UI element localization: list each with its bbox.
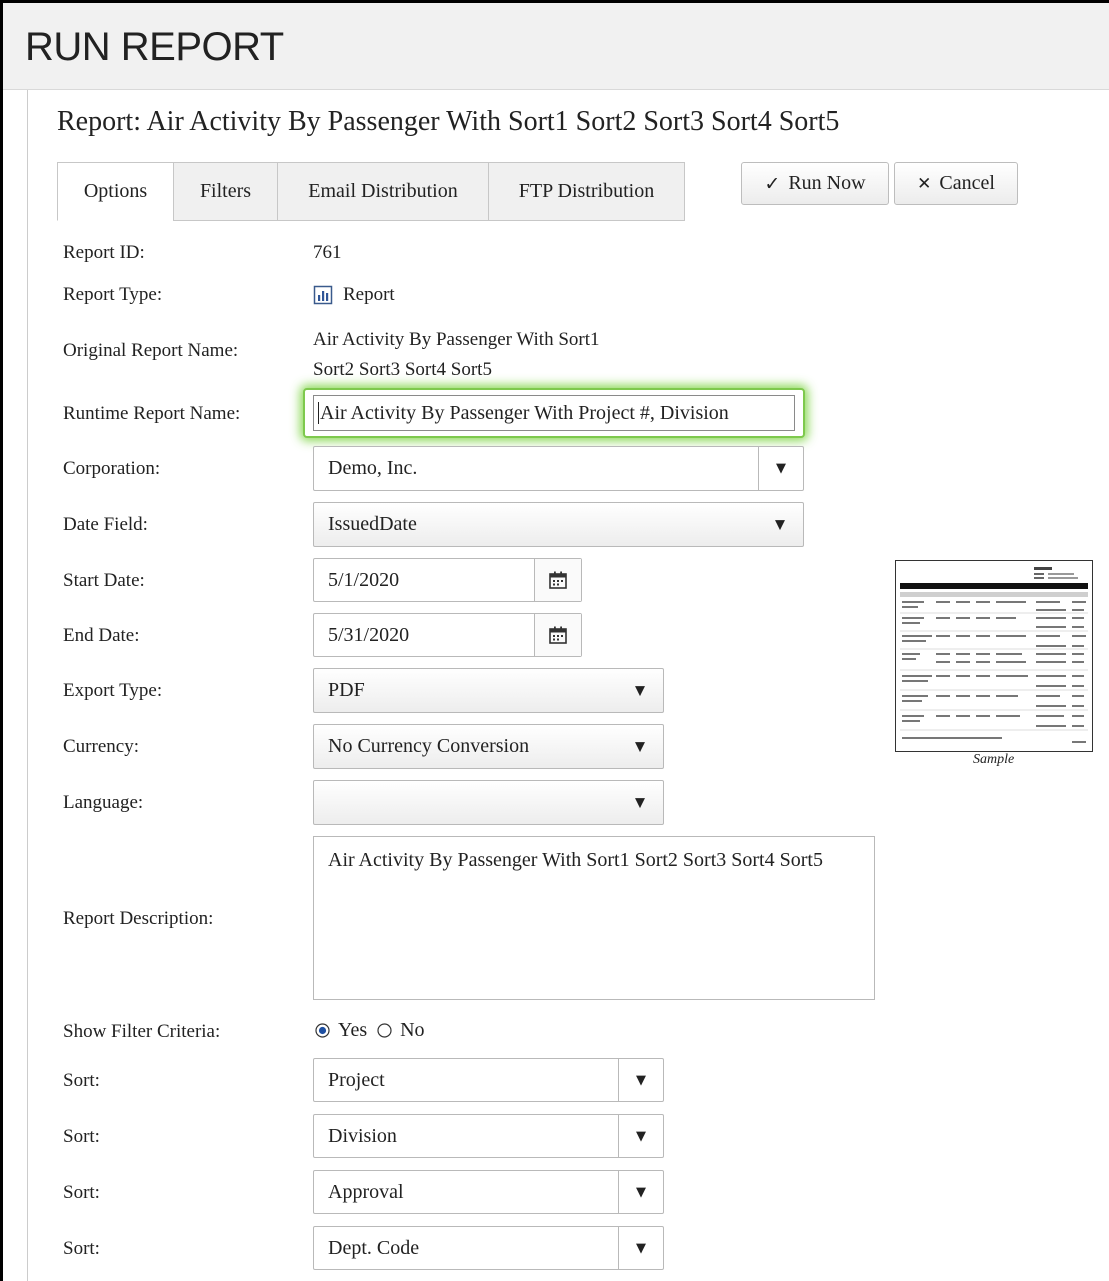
show-filter-radio-group: Yes No bbox=[315, 1019, 435, 1042]
close-icon: ✕ bbox=[917, 173, 932, 194]
original-report-name-label: Original Report Name: bbox=[63, 340, 239, 361]
report-chart-icon bbox=[313, 285, 333, 305]
run-now-button[interactable]: ✓ Run Now bbox=[741, 162, 889, 205]
sort-value: Division bbox=[328, 1124, 397, 1147]
tab-label: Filters bbox=[199, 180, 252, 202]
radio-yes[interactable]: Yes bbox=[315, 1019, 367, 1042]
report-type-value: Report bbox=[313, 284, 395, 306]
page-title: RUN REPORT bbox=[25, 25, 284, 69]
calendar-button[interactable] bbox=[534, 559, 581, 601]
report-type-text: Report bbox=[343, 284, 395, 305]
checkmark-icon: ✓ bbox=[764, 172, 781, 195]
date-field-select[interactable]: IssuedDate ▼ bbox=[313, 502, 804, 547]
original-name-line: Sort2 Sort3 Sort4 Sort5 bbox=[313, 359, 492, 380]
date-field-value: IssuedDate bbox=[328, 513, 417, 535]
tab-options[interactable]: Options bbox=[57, 162, 174, 221]
show-filter-criteria-label: Show Filter Criteria: bbox=[63, 1021, 221, 1042]
currency-value: No Currency Conversion bbox=[328, 735, 530, 757]
chevron-down-icon: ▼ bbox=[635, 683, 645, 698]
original-report-name-value: Air Activity By Passenger With Sort1 Sor… bbox=[313, 325, 600, 385]
radio-no[interactable]: No bbox=[377, 1019, 425, 1042]
radio-yes-label: Yes bbox=[338, 1019, 368, 1041]
tab-label: FTP Distribution bbox=[518, 180, 655, 202]
start-date-label: Start Date: bbox=[63, 570, 145, 591]
export-type-select[interactable]: PDF ▼ bbox=[313, 668, 664, 713]
end-date-label: End Date: bbox=[63, 625, 140, 646]
chevron-down-icon: ▼ bbox=[635, 739, 645, 754]
radio-selected-icon bbox=[315, 1023, 330, 1038]
runtime-report-name-input[interactable]: Air Activity By Passenger With Project #… bbox=[313, 395, 795, 431]
tab-label: Options bbox=[83, 180, 148, 202]
chevron-down-icon[interactable]: ▼ bbox=[758, 447, 803, 490]
report-description-textarea[interactable]: Air Activity By Passenger With Sort1 Sor… bbox=[313, 836, 875, 1000]
language-label: Language: bbox=[63, 792, 144, 813]
calendar-icon bbox=[549, 626, 567, 644]
report-heading: Report: Air Activity By Passenger With S… bbox=[57, 106, 840, 137]
run-now-label: Run Now bbox=[788, 172, 866, 194]
end-date-input[interactable]: 5/31/2020 bbox=[313, 613, 582, 657]
calendar-button[interactable] bbox=[534, 614, 581, 656]
corporation-combobox[interactable]: Demo, Inc. ▼ bbox=[313, 446, 804, 491]
sort-combobox[interactable]: Dept. Code ▼ bbox=[313, 1226, 664, 1270]
sort-combobox[interactable]: Project ▼ bbox=[313, 1058, 664, 1102]
sort-value: Dept. Code bbox=[328, 1236, 420, 1259]
sort-label: Sort: bbox=[63, 1238, 100, 1259]
sample-caption: Sample bbox=[973, 752, 1015, 767]
export-type-label: Export Type: bbox=[63, 680, 163, 701]
date-field-label: Date Field: bbox=[63, 514, 148, 535]
tab-label: Email Distribution bbox=[308, 180, 458, 202]
sort-label: Sort: bbox=[63, 1070, 100, 1091]
currency-label: Currency: bbox=[63, 736, 139, 757]
corporation-value: Demo, Inc. bbox=[328, 457, 418, 479]
end-date-value: 5/31/2020 bbox=[328, 623, 410, 646]
chevron-down-icon[interactable]: ▼ bbox=[618, 1059, 663, 1101]
export-type-value: PDF bbox=[328, 679, 365, 701]
page-header: RUN REPORT bbox=[3, 3, 1109, 90]
radio-unselected-icon bbox=[377, 1023, 392, 1038]
report-id-label: Report ID: bbox=[63, 242, 145, 263]
chevron-down-icon[interactable]: ▼ bbox=[618, 1227, 663, 1269]
sort-label: Sort: bbox=[63, 1126, 100, 1147]
tab-filters[interactable]: Filters bbox=[173, 162, 278, 221]
runtime-report-name-label: Runtime Report Name: bbox=[63, 403, 241, 424]
runtime-report-name-text: Air Activity By Passenger With Project #… bbox=[320, 401, 729, 424]
original-name-line: Air Activity By Passenger With Sort1 bbox=[313, 329, 600, 350]
chevron-down-icon: ▼ bbox=[775, 517, 785, 532]
radio-no-label: No bbox=[400, 1019, 425, 1041]
chevron-down-icon: ▼ bbox=[635, 795, 645, 810]
cancel-label: Cancel bbox=[939, 172, 995, 194]
start-date-value: 5/1/2020 bbox=[328, 568, 400, 591]
calendar-icon bbox=[549, 571, 567, 589]
language-select[interactable]: ▼ bbox=[313, 780, 664, 825]
corporation-label: Corporation: bbox=[63, 458, 161, 479]
report-type-label: Report Type: bbox=[63, 284, 163, 305]
chevron-down-icon[interactable]: ▼ bbox=[618, 1115, 663, 1157]
sort-value: Project bbox=[328, 1068, 385, 1091]
report-description-label: Report Description: bbox=[63, 908, 214, 929]
sort-label: Sort: bbox=[63, 1182, 100, 1203]
chevron-down-icon[interactable]: ▼ bbox=[618, 1171, 663, 1213]
sort-value: Approval bbox=[328, 1180, 404, 1203]
start-date-input[interactable]: 5/1/2020 bbox=[313, 558, 582, 602]
currency-select[interactable]: No Currency Conversion ▼ bbox=[313, 724, 664, 769]
tab-ftp-distribution[interactable]: FTP Distribution bbox=[488, 162, 685, 221]
text-cursor bbox=[318, 402, 319, 424]
tab-email-distribution[interactable]: Email Distribution bbox=[277, 162, 489, 221]
sort-combobox[interactable]: Division ▼ bbox=[313, 1114, 664, 1158]
sample-report-image bbox=[900, 567, 1088, 743]
sample-report-thumbnail bbox=[895, 560, 1093, 752]
cancel-button[interactable]: ✕ Cancel bbox=[894, 162, 1018, 205]
sort-combobox[interactable]: Approval ▼ bbox=[313, 1170, 664, 1214]
runtime-report-name-field[interactable]: Air Activity By Passenger With Project #… bbox=[303, 388, 805, 438]
report-id-value: 761 bbox=[313, 242, 342, 263]
